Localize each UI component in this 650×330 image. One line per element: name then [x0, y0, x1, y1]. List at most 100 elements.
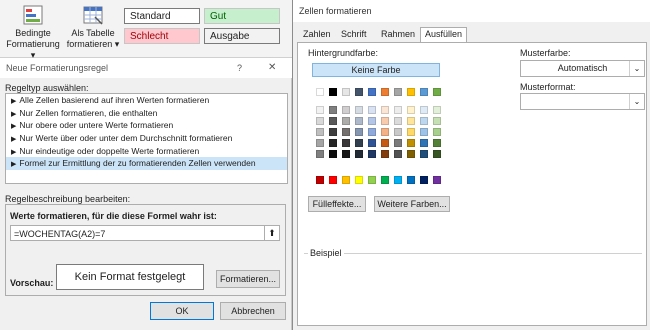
fill-effects-button[interactable]: Fülleffekte... — [308, 196, 366, 212]
conditional-formatting-button[interactable]: Bedingte Formatierung ▾ — [4, 4, 62, 61]
more-colors-button[interactable]: Weitere Farben... — [374, 196, 450, 212]
color-swatch[interactable] — [355, 106, 363, 114]
color-swatch[interactable] — [342, 88, 350, 96]
color-swatch[interactable] — [420, 106, 428, 114]
color-swatch[interactable] — [355, 117, 363, 125]
color-swatch[interactable] — [407, 139, 415, 147]
color-swatch[interactable] — [433, 106, 441, 114]
color-swatch[interactable] — [329, 117, 337, 125]
standard-color-swatch[interactable] — [394, 176, 402, 184]
color-swatch[interactable] — [355, 88, 363, 96]
color-swatch[interactable] — [329, 128, 337, 136]
color-swatch[interactable] — [407, 88, 415, 96]
color-swatch[interactable] — [420, 117, 428, 125]
standard-color-swatch[interactable] — [342, 176, 350, 184]
style-gut[interactable]: Gut — [204, 8, 280, 24]
color-swatch[interactable] — [394, 150, 402, 158]
style-schlecht[interactable]: Schlecht — [124, 28, 200, 44]
as-table-label-1: Als Tabelle — [71, 28, 115, 38]
tab-zahlen[interactable]: Zahlen — [299, 28, 335, 42]
color-swatch[interactable] — [316, 88, 324, 96]
color-swatch[interactable] — [342, 150, 350, 158]
color-swatch[interactable] — [407, 128, 415, 136]
help-button[interactable]: ? — [237, 63, 242, 73]
color-swatch[interactable] — [433, 128, 441, 136]
pattern-style-select[interactable]: ⌄ — [520, 93, 645, 110]
color-swatch[interactable] — [342, 117, 350, 125]
rule-type-item[interactable]: ▶ Nur obere oder untere Werte formatieren — [6, 119, 287, 132]
style-ausgabe[interactable]: Ausgabe — [204, 28, 280, 44]
color-swatch[interactable] — [433, 117, 441, 125]
color-swatch[interactable] — [329, 150, 337, 158]
pattern-color-select[interactable]: Automatisch ⌄ — [520, 60, 645, 77]
color-swatch[interactable] — [342, 106, 350, 114]
color-swatch[interactable] — [407, 117, 415, 125]
color-swatch[interactable] — [368, 88, 376, 96]
color-swatch[interactable] — [342, 139, 350, 147]
rule-type-item[interactable]: ▶ Nur Zellen formatieren, die enthalten — [6, 107, 287, 120]
tab-rahmen[interactable]: Rahmen — [377, 28, 419, 42]
standard-color-swatch[interactable] — [368, 176, 376, 184]
color-swatch[interactable] — [368, 150, 376, 158]
color-swatch[interactable] — [381, 128, 389, 136]
color-swatch[interactable] — [368, 128, 376, 136]
standard-color-swatch[interactable] — [420, 176, 428, 184]
color-swatch[interactable] — [316, 106, 324, 114]
tab-schrift[interactable]: Schrift — [337, 28, 371, 42]
color-swatch[interactable] — [316, 139, 324, 147]
color-swatch[interactable] — [368, 117, 376, 125]
color-swatch[interactable] — [355, 150, 363, 158]
rule-type-item[interactable]: ▶ Formel zur Ermittlung der zu formatiere… — [6, 157, 287, 171]
standard-color-swatch[interactable] — [407, 176, 415, 184]
formula-input[interactable]: =WOCHENTAG(A2)=7 ⬆ — [10, 225, 280, 241]
standard-color-swatch[interactable] — [355, 176, 363, 184]
color-swatch[interactable] — [394, 128, 402, 136]
color-swatch[interactable] — [381, 88, 389, 96]
standard-color-swatch[interactable] — [329, 176, 337, 184]
dialog-title: Neue Formatierungsregel — [6, 63, 109, 73]
collapse-dialog-icon[interactable]: ⬆ — [264, 226, 279, 240]
color-swatch[interactable] — [329, 88, 337, 96]
cancel-button[interactable]: Abbrechen — [220, 302, 286, 320]
color-swatch[interactable] — [407, 106, 415, 114]
color-swatch[interactable] — [381, 106, 389, 114]
format-button[interactable]: Formatieren... — [216, 270, 280, 288]
format-as-table-button[interactable]: Als Tabelle formatieren ▾ — [64, 4, 122, 50]
style-standard[interactable]: Standard — [124, 8, 200, 24]
tab-ausfuellen[interactable]: Ausfüllen — [420, 27, 468, 43]
color-swatch[interactable] — [342, 128, 350, 136]
rule-type-item[interactable]: ▶ Alle Zellen basierend auf ihren Werten … — [6, 94, 287, 107]
ok-button[interactable]: OK — [150, 302, 214, 320]
color-swatch[interactable] — [420, 139, 428, 147]
color-swatch[interactable] — [368, 139, 376, 147]
rule-type-item[interactable]: ▶ Nur eindeutige oder doppelte Werte form… — [6, 145, 287, 158]
standard-color-swatch[interactable] — [381, 176, 389, 184]
color-swatch[interactable] — [329, 139, 337, 147]
color-swatch[interactable] — [420, 150, 428, 158]
close-icon[interactable]: ✕ — [268, 62, 276, 73]
standard-color-swatch[interactable] — [433, 176, 441, 184]
color-swatch[interactable] — [316, 117, 324, 125]
color-swatch[interactable] — [316, 150, 324, 158]
color-swatch[interactable] — [394, 139, 402, 147]
color-swatch[interactable] — [355, 139, 363, 147]
color-swatch[interactable] — [394, 88, 402, 96]
color-swatch[interactable] — [394, 117, 402, 125]
color-swatch[interactable] — [381, 150, 389, 158]
color-swatch[interactable] — [355, 128, 363, 136]
color-swatch[interactable] — [381, 117, 389, 125]
color-swatch[interactable] — [316, 128, 324, 136]
color-swatch[interactable] — [433, 150, 441, 158]
color-swatch[interactable] — [407, 150, 415, 158]
color-swatch[interactable] — [381, 139, 389, 147]
color-swatch[interactable] — [433, 139, 441, 147]
color-swatch[interactable] — [433, 88, 441, 96]
rule-type-label: Nur eindeutige oder doppelte Werte forma… — [19, 145, 200, 156]
color-swatch[interactable] — [420, 128, 428, 136]
rule-type-item[interactable]: ▶ Nur Werte über oder unter dem Durchschn… — [6, 132, 287, 145]
color-swatch[interactable] — [394, 106, 402, 114]
color-swatch[interactable] — [368, 106, 376, 114]
color-swatch[interactable] — [329, 106, 337, 114]
standard-color-swatch[interactable] — [316, 176, 324, 184]
color-swatch[interactable] — [420, 88, 428, 96]
